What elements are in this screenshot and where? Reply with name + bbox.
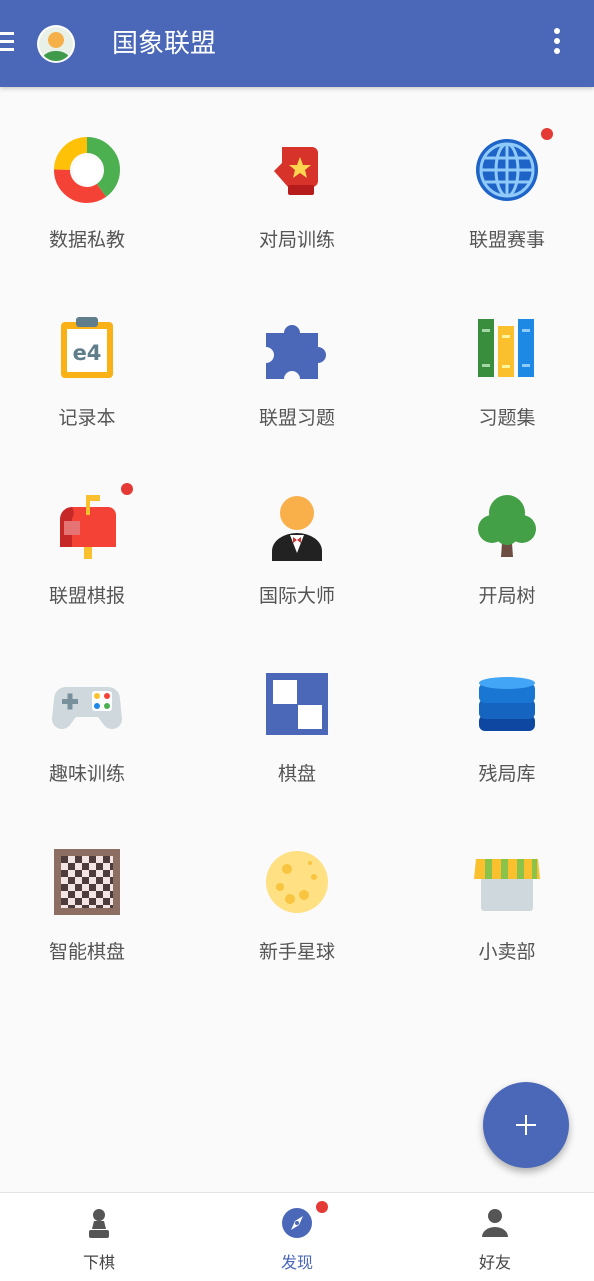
tree-icon [472,491,542,561]
tile-league-exercises[interactable]: 联盟习题 [207,265,387,429]
tab-label: 下棋 [82,1253,115,1272]
shop-awning-icon [472,847,542,917]
globe-icon [472,135,542,205]
app-title: 国象联盟 [112,29,217,59]
clipboard-e4-icon: e4 [52,313,122,383]
tile-label: 国际大师 [258,585,335,607]
tile-notebook[interactable]: e4 记录本 [0,265,177,429]
tile-label: 联盟习题 [258,407,335,429]
tab-label: 好友 [478,1253,511,1272]
tab-play[interactable]: 下棋 [0,1193,198,1281]
notification-badge [121,483,133,495]
tile-game-training[interactable]: 对局训练 [207,87,387,251]
tile-label: 趣味训练 [48,763,125,785]
chessboard-icon [52,847,122,917]
tile-label: 小卖部 [478,941,536,963]
person-icon [480,1207,510,1239]
tile-label: 开局树 [478,585,536,607]
add-button[interactable] [483,1082,569,1168]
chess-pawn-icon [84,1207,114,1239]
tile-beginner-planet[interactable]: 新手星球 [207,799,387,963]
puzzle-piece-icon [262,313,332,383]
mailbox-icon [52,491,122,561]
tile-board[interactable]: 棋盘 [207,621,387,785]
tab-label: 发现 [280,1253,313,1272]
tile-label: 数据私教 [48,229,125,251]
database-icon [472,669,542,739]
books-icon [472,313,542,383]
donut-chart-icon [52,135,122,205]
master-person-icon [262,491,332,561]
bottom-navigation: 下棋 发现 好友 [0,1192,594,1281]
gamepad-icon [52,669,122,739]
tile-label: 对局训练 [258,229,335,251]
tile-label: 习题集 [478,407,536,429]
tile-smart-board[interactable]: 智能棋盘 [0,799,177,963]
tab-discover[interactable]: 发现 [198,1193,396,1281]
svg-text:e4: e4 [73,341,102,365]
planet-icon [262,847,332,917]
tile-label: 残局库 [478,763,536,785]
tile-label: 新手星球 [258,941,335,963]
compass-icon [282,1207,312,1239]
more-vertical-icon[interactable] [548,28,566,60]
tile-opening-tree[interactable]: 开局树 [417,443,594,607]
hamburger-menu-icon[interactable] [0,32,14,54]
tile-label: 联盟棋报 [48,585,125,607]
tile-shop[interactable]: 小卖部 [417,799,594,963]
tile-league-events[interactable]: 联盟赛事 [417,87,594,251]
notification-badge [541,128,553,140]
tile-label: 棋盘 [277,763,316,785]
tab-friends[interactable]: 好友 [396,1193,594,1281]
tile-exercise-collection[interactable]: 习题集 [417,265,594,429]
app-bar: 国象联盟 [0,0,594,87]
tile-label: 记录本 [58,407,116,429]
tile-league-news[interactable]: 联盟棋报 [0,443,177,607]
tile-label: 智能棋盘 [48,941,125,963]
tile-international-master[interactable]: 国际大师 [207,443,387,607]
boxing-glove-icon [262,135,332,205]
notification-badge [316,1201,328,1213]
tile-data-coach[interactable]: 数据私教 [0,87,177,251]
tile-endgame-library[interactable]: 残局库 [417,621,594,785]
tile-label: 联盟赛事 [468,229,545,251]
tile-fun-training[interactable]: 趣味训练 [0,621,177,785]
user-avatar-icon[interactable] [36,24,76,64]
board-squares-icon [262,669,332,739]
